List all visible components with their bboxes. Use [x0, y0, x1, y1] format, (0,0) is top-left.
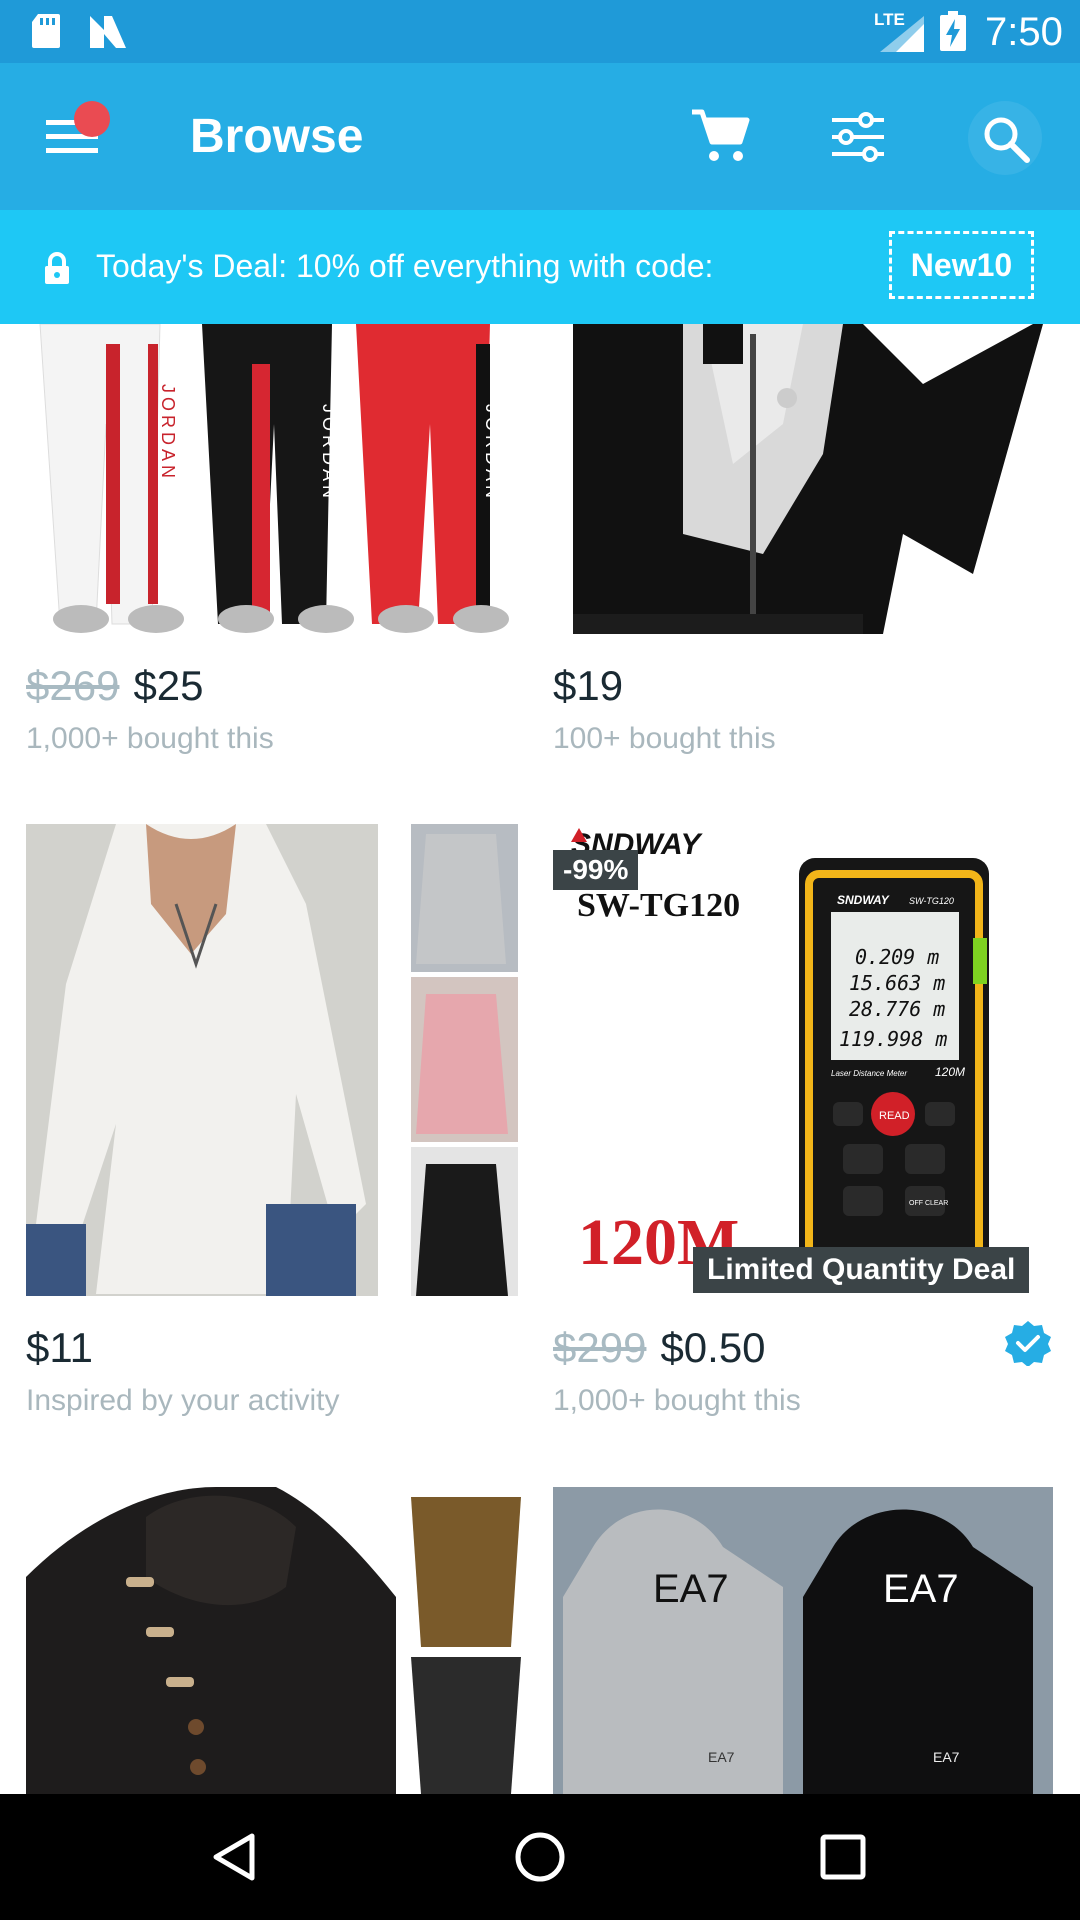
- search-button[interactable]: [968, 101, 1042, 175]
- verified-check-icon: [1005, 1321, 1051, 1366]
- old-price: $299: [553, 1324, 647, 1371]
- product-card[interactable]: $11 Inspired by your activity: [26, 824, 526, 1424]
- navigation-bar: [0, 1794, 1080, 1920]
- device-brand-text: SNDWAY: [837, 893, 890, 907]
- search-icon[interactable]: [982, 115, 1030, 163]
- deal-text: Today's Deal: 10% off everything with co…: [96, 248, 714, 284]
- logo-text: EA7: [653, 1567, 729, 1611]
- jordan-text: JORDAN: [158, 384, 178, 482]
- recommendation-reason: Inspired by your activity: [26, 1384, 340, 1417]
- device-model-text: SW-TG120: [909, 896, 954, 906]
- lock-icon: [45, 252, 69, 284]
- price: $0.50: [660, 1324, 766, 1371]
- model-text: SW-TG120: [577, 887, 740, 924]
- price: $11: [26, 1324, 93, 1371]
- battery-charging-icon: [940, 11, 966, 51]
- back-icon[interactable]: [210, 1832, 260, 1882]
- product-image: [553, 324, 1053, 634]
- deal-code[interactable]: New10: [889, 231, 1034, 299]
- product-card[interactable]: EA7 EA7 EA7 EA7: [553, 1487, 1053, 1794]
- filter-icon[interactable]: [830, 110, 886, 164]
- price-row: $299 $0.50: [553, 1324, 766, 1372]
- price: $19: [553, 662, 624, 709]
- reading-4: 119.998 m: [839, 1027, 947, 1051]
- reading-1: 0.209 m: [855, 945, 939, 969]
- product-image: SNDWAY SW-TG120 120M SNDWAY SW-TG120 0.2…: [553, 824, 1053, 1296]
- device-range-text: 120M: [935, 1065, 965, 1079]
- product-image: [26, 824, 518, 1296]
- app-bar: Browse: [0, 63, 1080, 210]
- purchase-count: 100+ bought this: [553, 722, 776, 755]
- product-image: [26, 1487, 526, 1794]
- old-price: $269: [26, 662, 120, 709]
- purchase-count: 1,000+ bought this: [553, 1384, 801, 1417]
- price-row: $19: [553, 662, 623, 710]
- reading-2: 15.663 m: [849, 971, 945, 995]
- signal-icon: [880, 16, 924, 52]
- logo-text: EA7: [883, 1567, 959, 1611]
- page-title: Browse: [190, 110, 364, 163]
- product-image: EA7 EA7 EA7 EA7: [553, 1487, 1053, 1794]
- limited-deal-badge: Limited Quantity Deal: [693, 1247, 1030, 1293]
- product-card[interactable]: [26, 1487, 526, 1794]
- recents-icon[interactable]: [820, 1834, 866, 1880]
- sd-card-icon: [32, 14, 60, 48]
- discount-badge: -99%: [553, 850, 639, 890]
- deal-banner[interactable]: Today's Deal: 10% off everything with co…: [0, 210, 1080, 324]
- purchase-count: 1,000+ bought this: [26, 722, 274, 755]
- price: $25: [133, 662, 204, 709]
- product-card[interactable]: $19 100+ bought this: [553, 324, 1053, 764]
- device-label-text: Laser Distance Meter: [831, 1069, 907, 1078]
- reading-3: 28.776 m: [849, 997, 945, 1021]
- logo-text-small: EA7: [933, 1749, 960, 1765]
- notification-dot: [74, 101, 110, 137]
- clock: 7:50: [985, 10, 1063, 54]
- jordan-text: JORDAN: [482, 404, 502, 502]
- price-row: $11: [26, 1324, 93, 1372]
- product-card[interactable]: JORDAN JORDAN JORDAN $269 $25 1,000+ boug…: [26, 324, 526, 764]
- logo-text-small: EA7: [708, 1749, 735, 1765]
- notification-n-icon: [90, 16, 126, 48]
- cart-icon[interactable]: [690, 108, 750, 166]
- product-card[interactable]: SNDWAY SW-TG120 120M SNDWAY SW-TG120 0.2…: [553, 824, 1053, 1424]
- jordan-text: JORDAN: [319, 404, 339, 502]
- product-image: JORDAN JORDAN JORDAN: [26, 324, 526, 634]
- status-bar: LTE 7:50: [0, 0, 1080, 63]
- off-button-text: OFF CLEAR: [909, 1200, 948, 1207]
- read-button-text: READ: [879, 1110, 910, 1122]
- home-icon[interactable]: [514, 1831, 566, 1883]
- price-row: $269 $25: [26, 662, 204, 710]
